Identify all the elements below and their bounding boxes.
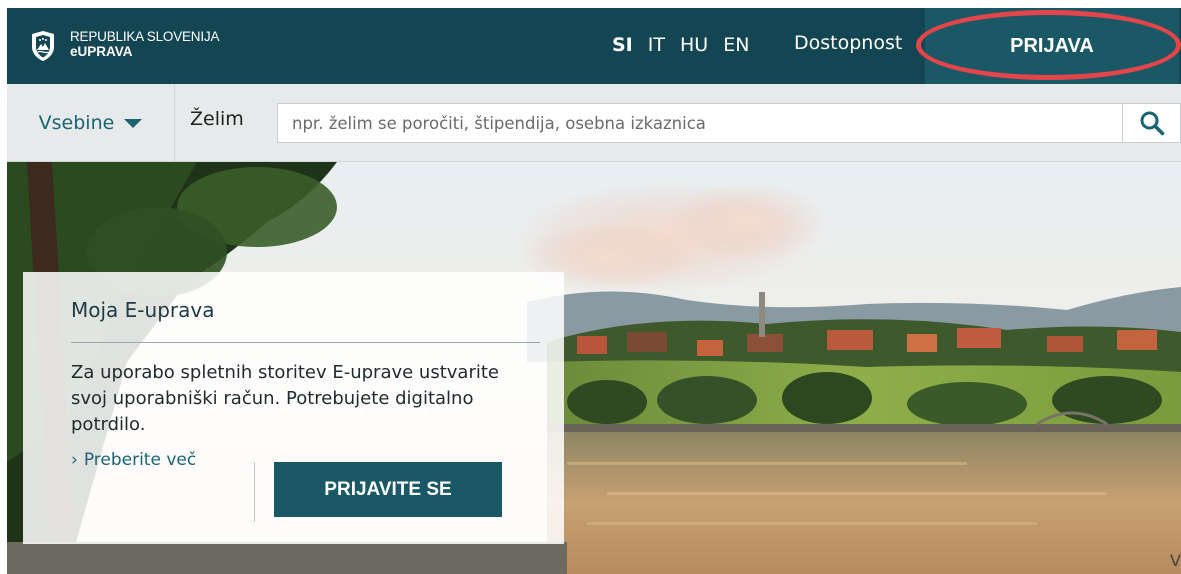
contents-menu-button[interactable]: Vsebine bbox=[7, 84, 174, 162]
chevron-down-icon bbox=[124, 118, 143, 128]
corner-text: V bbox=[1170, 551, 1181, 570]
divider bbox=[174, 84, 175, 162]
lang-si[interactable]: SI bbox=[612, 34, 633, 56]
crest-icon bbox=[32, 31, 54, 61]
brand-logo-text[interactable]: REPUBLIKA SLOVENIJA eUPRAVA bbox=[70, 30, 219, 58]
brand-line-2: eUPRAVA bbox=[70, 43, 133, 59]
login-button[interactable]: PRIJAVA bbox=[925, 8, 1179, 84]
read-more-label: Preberite več bbox=[83, 450, 197, 470]
accessibility-link[interactable]: Dostopnost bbox=[794, 32, 902, 54]
contents-menu-label: Vsebine bbox=[38, 112, 115, 134]
chevron-right-icon: › bbox=[71, 450, 78, 470]
search-prefix-label: Želim bbox=[190, 108, 244, 130]
my-e-uprava-card: Moja E-uprava Za uporabo spletnih storit… bbox=[23, 272, 564, 544]
search-icon bbox=[1140, 111, 1164, 136]
search-button[interactable] bbox=[1123, 103, 1181, 143]
card-title: Moja E-uprava bbox=[71, 298, 215, 322]
card-vertical-divider bbox=[254, 462, 255, 522]
read-more-link[interactable]: › Preberite več bbox=[71, 450, 196, 470]
sign-in-button[interactable]: PRIJAVITE SE bbox=[274, 462, 502, 517]
search-bar: Vsebine Želim bbox=[7, 84, 1181, 162]
brand-line-1: REPUBLIKA SLOVENIJA bbox=[70, 29, 220, 44]
lang-en[interactable]: EN bbox=[723, 34, 749, 56]
card-divider bbox=[71, 342, 540, 343]
language-switcher: SI IT HU EN bbox=[612, 32, 764, 58]
lang-it[interactable]: IT bbox=[648, 34, 665, 56]
lang-hu[interactable]: HU bbox=[680, 34, 708, 56]
search-input[interactable] bbox=[277, 103, 1123, 143]
card-description: Za uporabo spletnih storitev E-uprave us… bbox=[71, 362, 499, 435]
